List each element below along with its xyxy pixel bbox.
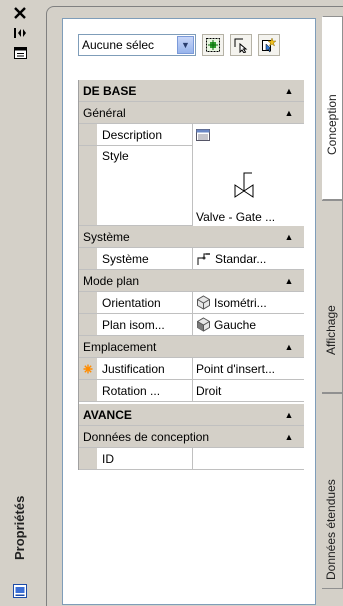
- tab-strip: Conception Affichage Données étendues: [322, 16, 343, 605]
- section-label: DE BASE: [83, 83, 137, 98]
- toggle-pickadd-button[interactable]: [258, 34, 280, 56]
- id-value[interactable]: [193, 448, 304, 469]
- autohide-icon[interactable]: [11, 25, 29, 41]
- group-systeme[interactable]: Système ▲: [79, 226, 304, 248]
- system-value: Standar...: [215, 251, 267, 266]
- group-mode-plan[interactable]: Mode plan ▲: [79, 270, 304, 292]
- palette-title: Propriétés: [12, 495, 27, 560]
- selection-toolbar: Aucune sélec ▼: [78, 33, 280, 57]
- collapse-icon[interactable]: ▲: [274, 108, 304, 118]
- rotation-value[interactable]: Droit: [193, 380, 304, 401]
- section-de-base[interactable]: DE BASE ▲: [79, 80, 304, 102]
- property-name: ID: [97, 448, 193, 469]
- property-row-plan-iso[interactable]: Plan isom... Gauche: [79, 314, 304, 336]
- collapse-icon[interactable]: ▲: [274, 86, 304, 96]
- property-name: Plan isom...: [97, 314, 193, 335]
- property-row-rotation[interactable]: Rotation ... Droit: [79, 380, 304, 402]
- tab-label: Conception: [325, 94, 339, 155]
- group-label: Emplacement: [83, 339, 157, 354]
- group-donnees-conception[interactable]: Données de conception ▲: [79, 426, 304, 448]
- section-label: AVANCE: [83, 407, 132, 422]
- property-name: Rotation ...: [97, 380, 193, 401]
- palette-settings-icon[interactable]: [11, 583, 29, 599]
- justification-value[interactable]: Point d'insert...: [193, 358, 304, 379]
- property-value[interactable]: Isométri...: [193, 292, 304, 313]
- property-name: Style: [97, 146, 193, 225]
- tab-donnees-etendues[interactable]: Données étendues: [322, 393, 343, 589]
- property-grid: DE BASE ▲ Général ▲ Description Style Va…: [78, 80, 304, 470]
- property-row-orientation[interactable]: Orientation Isométri...: [79, 292, 304, 314]
- iso-plane-value: Gauche: [214, 317, 257, 332]
- style-value: Valve - Gate ...: [196, 209, 276, 224]
- group-label: Données de conception: [83, 429, 210, 444]
- property-row-justification[interactable]: Justification Point d'insert...: [79, 358, 304, 380]
- orientation-value: Isométri...: [214, 295, 267, 310]
- selection-value: Aucune sélec: [82, 38, 155, 52]
- asterisk-icon: [83, 364, 93, 373]
- property-value[interactable]: Valve - Gate ...: [193, 144, 304, 227]
- isometric-plane-icon: [197, 317, 210, 332]
- property-row-id[interactable]: ID: [79, 448, 304, 470]
- property-value[interactable]: Standar...: [193, 248, 304, 269]
- collapse-icon[interactable]: ▲: [274, 342, 304, 352]
- group-general[interactable]: Général ▲: [79, 102, 304, 124]
- quick-select-icon: [206, 38, 220, 52]
- pipe-system-icon: [197, 252, 210, 265]
- group-emplacement[interactable]: Emplacement ▲: [79, 336, 304, 358]
- tab-label: Données étendues: [324, 479, 338, 580]
- select-objects-icon: [234, 38, 248, 53]
- section-avance[interactable]: AVANCE ▲: [79, 404, 304, 426]
- chevron-down-icon[interactable]: ▼: [177, 36, 194, 54]
- collapse-icon[interactable]: ▲: [274, 410, 304, 420]
- collapse-icon[interactable]: ▲: [274, 432, 304, 442]
- palette-title-bar: Propriétés: [0, 0, 46, 605]
- group-label: Système: [83, 229, 130, 244]
- group-label: Mode plan: [83, 273, 140, 288]
- toggle-pickadd-icon: [262, 37, 277, 53]
- properties-menu-icon[interactable]: [11, 45, 29, 61]
- collapse-icon[interactable]: ▲: [274, 276, 304, 286]
- collapse-icon[interactable]: ▲: [274, 232, 304, 242]
- property-row-systeme[interactable]: Système Standar...: [79, 248, 304, 270]
- property-name: Description: [97, 124, 193, 145]
- quick-select-button[interactable]: [202, 34, 224, 56]
- property-row-description[interactable]: Description: [79, 124, 304, 146]
- selection-dropdown[interactable]: Aucune sélec ▼: [78, 34, 196, 56]
- select-objects-button[interactable]: [230, 34, 252, 56]
- isometric-cube-icon: [197, 295, 210, 310]
- group-label: Général: [83, 105, 126, 120]
- tab-affichage[interactable]: Affichage: [322, 200, 343, 393]
- gate-valve-icon: [234, 172, 254, 198]
- property-row-style[interactable]: Style Valve - Gate ...: [79, 144, 304, 227]
- worksheet-icon[interactable]: [196, 128, 210, 141]
- tab-label: Affichage: [324, 305, 338, 355]
- property-name: Système: [97, 248, 193, 269]
- property-name: Justification: [97, 358, 193, 379]
- property-name: Orientation: [97, 292, 193, 313]
- tab-conception[interactable]: Conception: [322, 16, 343, 200]
- close-icon[interactable]: [11, 5, 29, 21]
- property-value[interactable]: Gauche: [193, 314, 304, 335]
- property-value[interactable]: [193, 124, 304, 145]
